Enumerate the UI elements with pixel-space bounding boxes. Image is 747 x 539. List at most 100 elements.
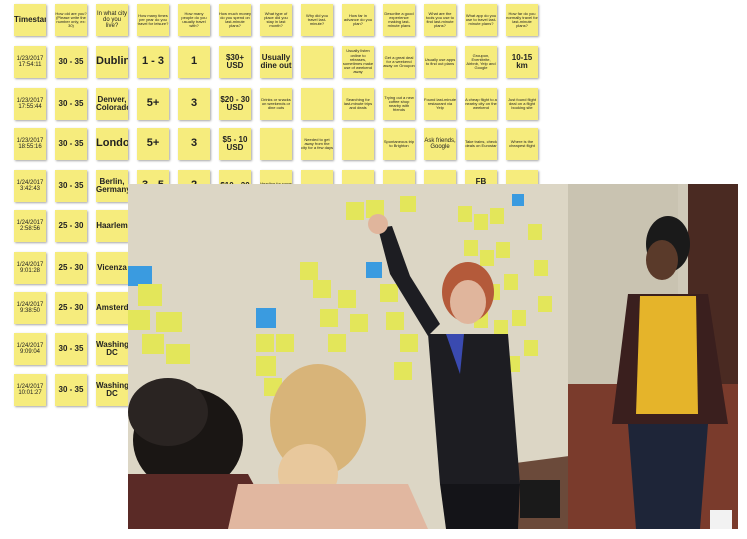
sticky-note-text: 3 [190,97,198,110]
sticky-note: What app do you use to travel last-minut… [465,4,497,36]
sticky-note-text: Searching for last-minute trips and deal… [343,96,373,111]
sticky-note: How much money do you spend on last-minu… [219,4,251,36]
sticky-note [301,46,333,78]
sticky-note: 1/23/2017 17:55:44 [14,88,46,120]
sticky-note-text: Usually listen online to releases, somet… [342,48,374,75]
sticky-note-text: Amsterdam [96,302,128,312]
sticky-note-text: Found last-minute restaurant via Yelp [424,96,456,111]
sticky-note-text: 30 - 35 [58,180,84,190]
sticky-note: 30 - 35 [55,333,87,365]
sticky-note: 1/23/2017 18:55:16 [14,128,46,160]
sticky-note: Denver, Colorado [96,88,128,120]
sticky-note: Washington, DC [96,333,128,365]
sticky-note: Usually use apps to find out plans [424,46,456,78]
sticky-note: Spontaneous trip to Brighton [383,128,415,160]
sticky-note-text: 1/24/2017 10:01:27 [16,383,44,396]
sticky-note: 1/24/2017 10:01:27 [14,374,46,406]
sticky-note: 25 - 30 [55,210,87,242]
sticky-note-text: How far do you normally travel for last-… [506,10,538,29]
sticky-note-text: How far in advance do you plan? [343,12,373,27]
sticky-note-text: What type of place did you stay in last … [264,10,288,29]
sticky-note-text: Trying out a new coffee shop nearby with… [384,94,414,113]
sticky-note: 1 [178,46,210,78]
sticky-note-text: Denver, Colorado [96,94,128,112]
sticky-note: What type of place did you stay in last … [260,4,292,36]
sticky-note-text: 1/23/2017 17:54:11 [16,55,44,68]
sticky-note-text: Dublin [96,55,128,68]
sticky-note: A cheap flight to a nearby city on the w… [465,88,497,120]
sticky-note-text: What are the tools you use to find last-… [425,10,455,29]
sticky-note: Haarlem [96,210,128,242]
sticky-note-text: Ask friends, Google [424,137,456,150]
sticky-note: 1/24/2017 2:58:56 [14,210,46,242]
sticky-note-text: Get a great deal for a weekend away on G… [383,54,415,69]
sticky-note [342,128,374,160]
sticky-note: 10-15 km [506,46,538,78]
sticky-note-text: How old are you? (Please write the numbe… [55,10,87,29]
sticky-note-text: Describe a good experience making last-m… [384,10,414,29]
sticky-note: What are the tools you use to find last-… [424,4,456,36]
sticky-note: Describe a good experience making last-m… [383,4,415,36]
sticky-note-text: 5+ [146,97,160,110]
sticky-note-text: 30 - 35 [58,56,84,66]
sticky-note-text: Drinks or snacks on weekends or dine out… [261,96,291,111]
sticky-note: How many times per year do you travel fo… [137,4,169,36]
sticky-note: 1/23/2017 17:54:11 [14,46,46,78]
sticky-note: 3 [178,88,210,120]
sticky-note-text: Usually use apps to find out plans [424,56,456,66]
sticky-note: 25 - 30 [55,252,87,284]
sticky-note-text: London [96,137,128,150]
sticky-note-text: A cheap flight to a nearby city on the w… [465,96,497,111]
sticky-note: Drinks or snacks on weekends or dine out… [260,88,292,120]
sticky-note-text: 5+ [146,137,160,150]
sticky-note: 25 - 30 [55,292,87,324]
sticky-note: 30 - 35 [55,128,87,160]
sticky-note: Dublin [96,46,128,78]
sticky-note: Trying out a new coffee shop nearby with… [383,88,415,120]
sticky-note: Needed to get away from the city for a f… [301,128,333,160]
sticky-note-text: 1/24/2017 2:58:56 [16,219,44,232]
sticky-note-text: $5 - 10 USD [222,134,248,152]
sticky-note: Get a great deal for a weekend away on G… [383,46,415,78]
sticky-note: Take trains, check deals on Eurostar [465,128,497,160]
sticky-note-text: 1 [190,55,198,68]
sticky-note: London [96,128,128,160]
sticky-note: $5 - 10 USD [219,128,251,160]
sticky-note: $30+ USD [219,46,251,78]
sticky-note: How old are you? (Please write the numbe… [55,4,87,36]
sticky-note-text: Needed to get away from the city for a f… [301,136,333,151]
sticky-note-text: 1/23/2017 18:55:16 [16,137,44,150]
sticky-note: 1/24/2017 3:42:43 [14,170,46,202]
sticky-note-text: 30 - 35 [58,98,84,108]
sticky-note-text: 1/23/2017 17:55:44 [16,97,44,110]
sticky-note: $20 - 30 USD [219,88,251,120]
workshop-photo [128,184,738,529]
sticky-note: 3 [178,128,210,160]
sticky-note: Why did you travel last-minute? [301,4,333,36]
sticky-note-text: Vicenza [97,262,127,272]
sticky-note-text: 30 - 35 [58,384,84,394]
sticky-note-text: $30+ USD [225,52,245,70]
sticky-note: Usually listen online to releases, somet… [342,46,374,78]
sticky-note: 5+ [137,128,169,160]
sticky-note: 1/24/2017 9:38:50 [14,292,46,324]
sticky-note: 30 - 35 [55,88,87,120]
sticky-note: How far in advance do you plan? [342,4,374,36]
sticky-note-text: Where is the cheapest flight [509,138,535,148]
sticky-note: 1/24/2017 9:09:04 [14,333,46,365]
sticky-note: 30 - 35 [55,170,87,202]
sticky-note: In what city do you live? [96,4,128,36]
sticky-note: Just found flight deal on a flight booki… [506,88,538,120]
sticky-note-text: 30 - 35 [58,343,84,353]
sticky-note-text: 3 [190,137,198,150]
sticky-note-text: Why did you travel last-minute? [305,12,328,27]
sticky-note-text: 25 - 30 [58,220,84,230]
sticky-note-text: 25 - 30 [58,302,84,312]
sticky-note [260,128,292,160]
sticky-note-text: 1/24/2017 9:09:04 [16,342,44,355]
sticky-note: Vicenza [96,252,128,284]
sticky-note-text: $20 - 30 USD [220,94,250,112]
sticky-note: 1/24/2017 9:01:28 [14,252,46,284]
sticky-note: Amsterdam [96,292,128,324]
sticky-note-text: Just found flight deal on a flight booki… [507,96,537,111]
